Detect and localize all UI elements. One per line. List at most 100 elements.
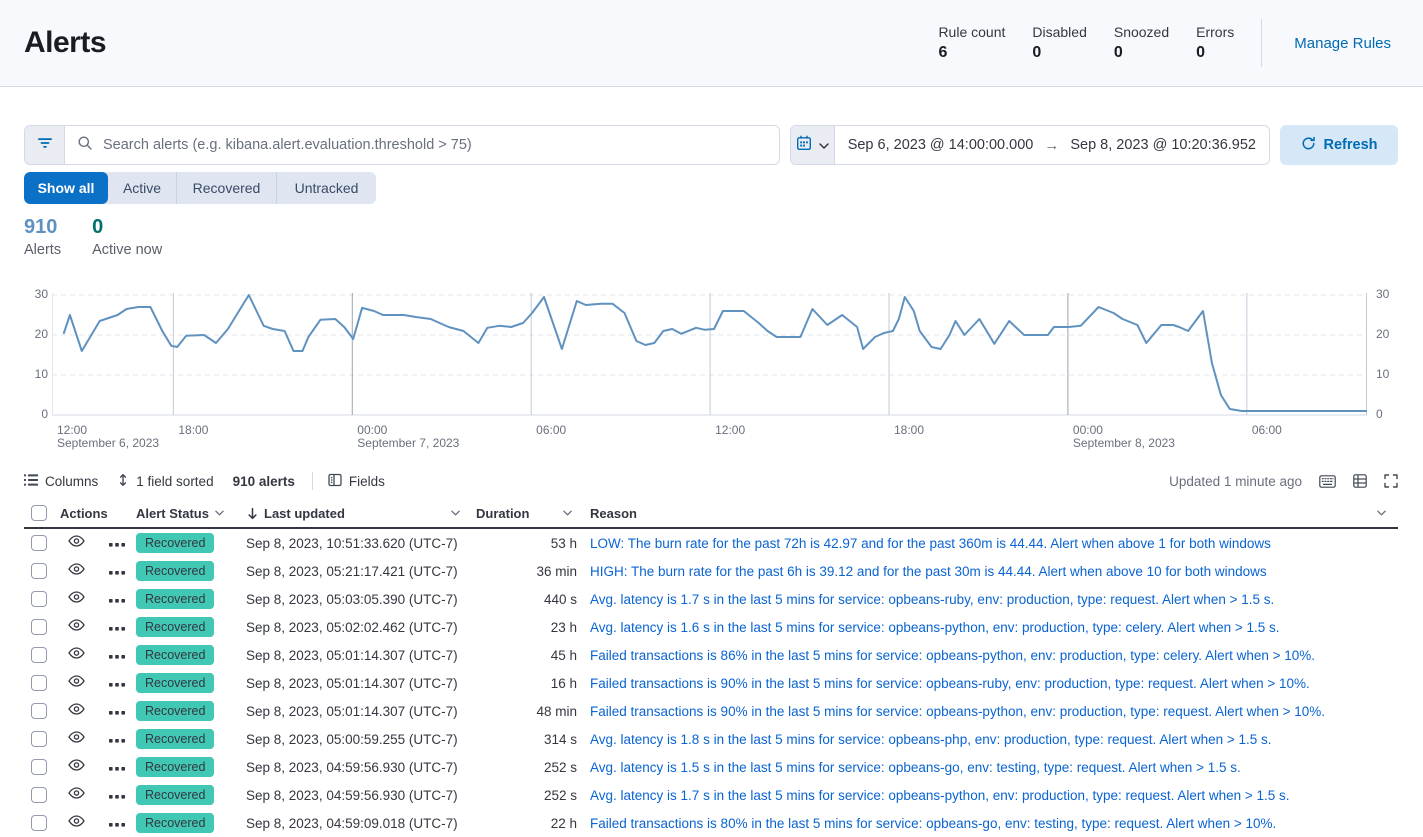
more-actions-button[interactable] [109,646,125,664]
last-updated-column-header[interactable]: Last updated [246,499,466,527]
row-checkbox[interactable] [31,731,47,747]
more-actions-button[interactable] [109,674,125,692]
chevron-down-icon[interactable] [1377,510,1386,516]
fields-icon [328,473,342,490]
reason-link[interactable]: Avg. latency is 1.6 s in the last 5 mins… [590,620,1280,635]
chevron-down-icon[interactable] [215,510,224,516]
row-select-cell [24,529,60,557]
alert-status-badge: Recovered [136,785,214,805]
search-input[interactable] [101,136,767,154]
chevron-down-icon[interactable] [563,510,572,516]
fields-button[interactable]: Fields [328,473,385,490]
reason-link[interactable]: Avg. latency is 1.8 s in the last 5 mins… [590,732,1272,747]
start-date[interactable]: Sep 6, 2023 @ 14:00:00.000 [848,137,1034,153]
eye-icon [68,590,85,608]
fullscreen-button[interactable] [1384,474,1398,488]
y-axis-tick-label: 20 [18,327,48,341]
row-checkbox[interactable] [31,787,47,803]
view-alert-button[interactable] [68,590,85,608]
row-actions-cell [60,697,136,725]
row-checkbox[interactable] [31,591,47,607]
row-status-cell: Recovered [136,585,246,613]
updated-header-label: Last updated [264,506,345,521]
reason-link[interactable]: Avg. latency is 1.5 s in the last 5 mins… [590,760,1241,775]
filter-active-button[interactable]: Active [108,172,176,204]
row-checkbox[interactable] [31,535,47,551]
duration-value: 252 s [544,788,577,803]
select-all-checkbox[interactable] [31,505,47,521]
reason-column-header[interactable]: Reason [580,499,1398,527]
table-row: RecoveredSep 8, 2023, 05:01:14.307 (UTC-… [24,669,1398,697]
row-checkbox[interactable] [31,619,47,635]
view-alert-button[interactable] [68,814,85,832]
manage-rules-link[interactable]: Manage Rules [1294,35,1391,52]
view-alert-button[interactable] [68,618,85,636]
display-options-button[interactable] [1353,474,1367,488]
view-alert-button[interactable] [68,730,85,748]
sort-fields-button[interactable]: 1 field sorted [117,473,213,490]
columns-button[interactable]: Columns [24,473,98,490]
chevron-down-icon[interactable] [451,510,460,516]
row-checkbox[interactable] [31,759,47,775]
alerts-page: Alerts Rule count 6 Disabled 0 Snoozed 0… [0,0,1423,837]
last-updated-value: Sep 8, 2023, 04:59:56.930 (UTC-7) [246,788,458,803]
filter-untracked-button[interactable]: Untracked [276,172,376,204]
refresh-button[interactable]: Refresh [1280,125,1398,165]
filter-recovered-button[interactable]: Recovered [176,172,276,204]
row-status-cell: Recovered [136,669,246,697]
view-alert-button[interactable] [68,702,85,720]
filter-button[interactable] [25,126,65,164]
stat-value: 0 [1114,42,1169,64]
last-updated-value: Sep 8, 2023, 05:03:05.390 (UTC-7) [246,592,458,607]
more-actions-button[interactable] [109,534,125,552]
view-alert-button[interactable] [68,674,85,692]
row-checkbox[interactable] [31,815,47,831]
view-alert-button[interactable] [68,534,85,552]
row-reason-cell: Failed transactions is 86% in the last 5… [580,641,1398,669]
eye-icon [68,534,85,552]
more-actions-button[interactable] [109,814,125,832]
more-actions-button[interactable] [109,590,125,608]
boxes-horizontal-icon [109,674,125,692]
reason-link[interactable]: Failed transactions is 86% in the last 5… [590,648,1315,663]
end-date[interactable]: Sep 8, 2023 @ 10:20:36.952 [1070,137,1256,153]
reason-link[interactable]: Failed transactions is 80% in the last 5… [590,816,1276,831]
search-box [24,125,780,165]
more-actions-button[interactable] [109,618,125,636]
eye-icon [68,702,85,720]
row-checkbox[interactable] [31,647,47,663]
reason-link[interactable]: Avg. latency is 1.7 s in the last 5 mins… [590,788,1290,803]
row-checkbox[interactable] [31,703,47,719]
more-actions-button[interactable] [109,702,125,720]
reason-link[interactable]: HIGH: The burn rate for the past 6h is 3… [590,564,1267,579]
duration-column-header[interactable]: Duration [466,499,580,527]
filter-icon [37,135,53,156]
view-alert-button[interactable] [68,786,85,804]
reason-link[interactable]: LOW: The burn rate for the past 72h is 4… [590,536,1271,551]
more-actions-button[interactable] [109,758,125,776]
filter-show-all-button[interactable]: Show all [24,172,108,204]
reason-link[interactable]: Failed transactions is 90% in the last 5… [590,704,1325,719]
more-actions-button[interactable] [109,730,125,748]
more-actions-button[interactable] [109,562,125,580]
more-actions-button[interactable] [109,786,125,804]
keyboard-shortcuts-button[interactable] [1319,475,1336,488]
view-alert-button[interactable] [68,758,85,776]
row-reason-cell: Failed transactions is 90% in the last 5… [580,669,1398,697]
row-duration-cell: 22 h [466,809,580,837]
row-select-cell [24,753,60,781]
actions-column-header: Actions [60,499,136,527]
stat-value: 0 [1032,42,1086,64]
alert-status-column-header[interactable]: Alert Status [136,499,246,527]
view-alert-button[interactable] [68,562,85,580]
row-checkbox[interactable] [31,675,47,691]
table-row: RecoveredSep 8, 2023, 10:51:33.620 (UTC-… [24,529,1398,557]
date-quick-select-button[interactable] [791,126,835,164]
duration-value: 22 h [551,816,577,831]
view-alert-button[interactable] [68,646,85,664]
chart-plot-area[interactable] [52,288,1367,418]
row-updated-cell: Sep 8, 2023, 05:21:17.421 (UTC-7) [246,557,466,585]
reason-link[interactable]: Avg. latency is 1.7 s in the last 5 mins… [590,592,1274,607]
row-checkbox[interactable] [31,563,47,579]
reason-link[interactable]: Failed transactions is 90% in the last 5… [590,676,1310,691]
